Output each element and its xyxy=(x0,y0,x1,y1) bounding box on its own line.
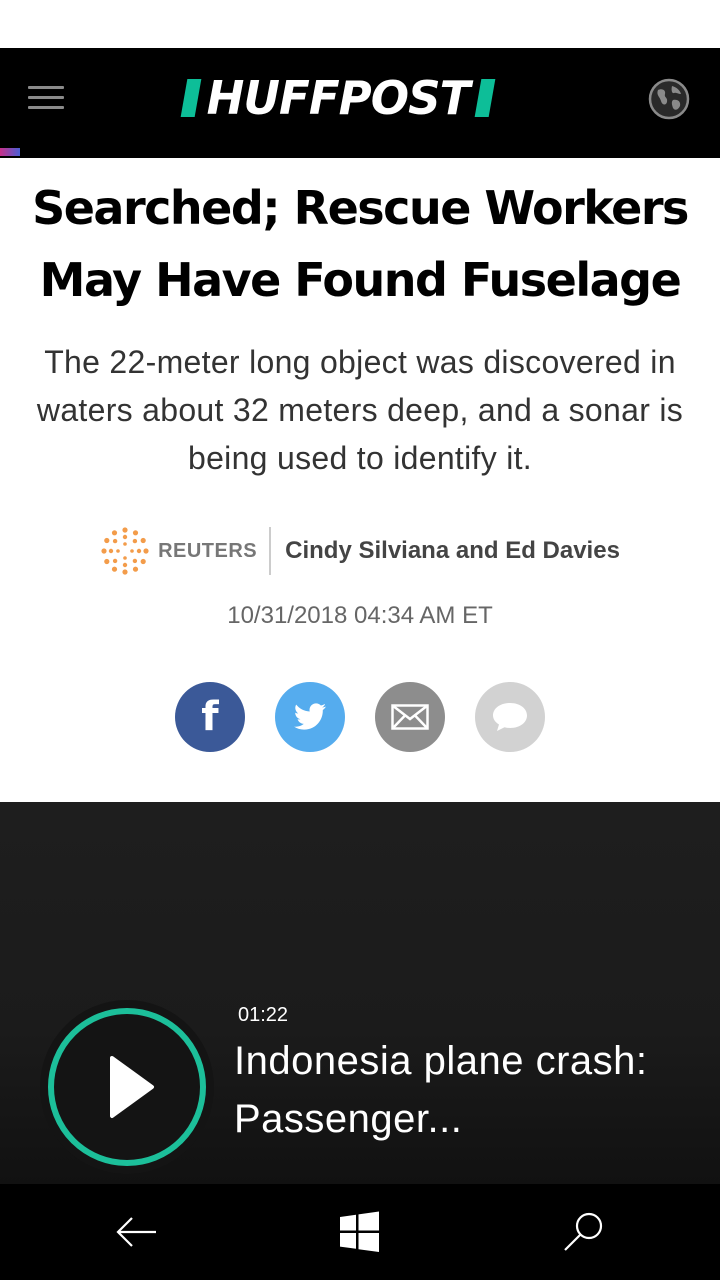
status-bar xyxy=(0,0,720,48)
facebook-icon: f xyxy=(201,694,219,740)
email-icon xyxy=(391,704,429,730)
article-authors[interactable]: Cindy Silviana and Ed Davies xyxy=(285,537,620,565)
windows-logo-icon[interactable] xyxy=(336,1208,384,1256)
article-headline: Searched; Rescue Workers May Have Found … xyxy=(32,181,689,307)
reuters-dots-icon xyxy=(101,527,149,575)
twitter-icon xyxy=(294,703,326,730)
video-title[interactable]: Indonesia plane crash: Passenger... xyxy=(234,1032,694,1148)
globe-icon[interactable] xyxy=(648,78,690,120)
logo-left-bar xyxy=(180,79,202,117)
app-header: HUFFPOST xyxy=(0,48,720,158)
article-dek: The 22-meter long object was discovered … xyxy=(36,344,684,476)
hamburger-menu-icon[interactable] xyxy=(28,86,64,112)
comment-icon xyxy=(493,703,527,731)
play-icon xyxy=(110,1056,154,1118)
video-duration: 01:22 xyxy=(238,1004,289,1026)
video-player[interactable]: 01:22 Indonesia plane crash: Passenger..… xyxy=(0,802,720,1184)
logo-right-bar xyxy=(474,79,496,117)
source-name: REUTERS xyxy=(158,539,258,562)
facebook-share-button[interactable]: f xyxy=(175,682,245,752)
email-share-button[interactable] xyxy=(375,682,445,752)
huffpost-logo[interactable]: HUFFPOST xyxy=(180,71,540,125)
logo-text: HUFFPOST xyxy=(206,71,471,125)
system-navigation-bar xyxy=(0,1184,720,1280)
twitter-share-button[interactable] xyxy=(275,682,345,752)
comments-button[interactable] xyxy=(475,682,545,752)
byline: REUTERS Cindy Silviana and Ed Davies xyxy=(0,526,720,576)
play-button[interactable] xyxy=(40,1000,214,1174)
back-arrow-icon[interactable] xyxy=(112,1208,160,1256)
search-icon[interactable] xyxy=(560,1208,608,1256)
share-buttons: f xyxy=(175,682,555,752)
reuters-logo[interactable]: REUTERS xyxy=(100,526,257,576)
article-timestamp: 10/31/2018 04:34 AM ET xyxy=(227,602,493,629)
header-accent-strip xyxy=(0,148,20,156)
byline-divider xyxy=(269,527,272,575)
